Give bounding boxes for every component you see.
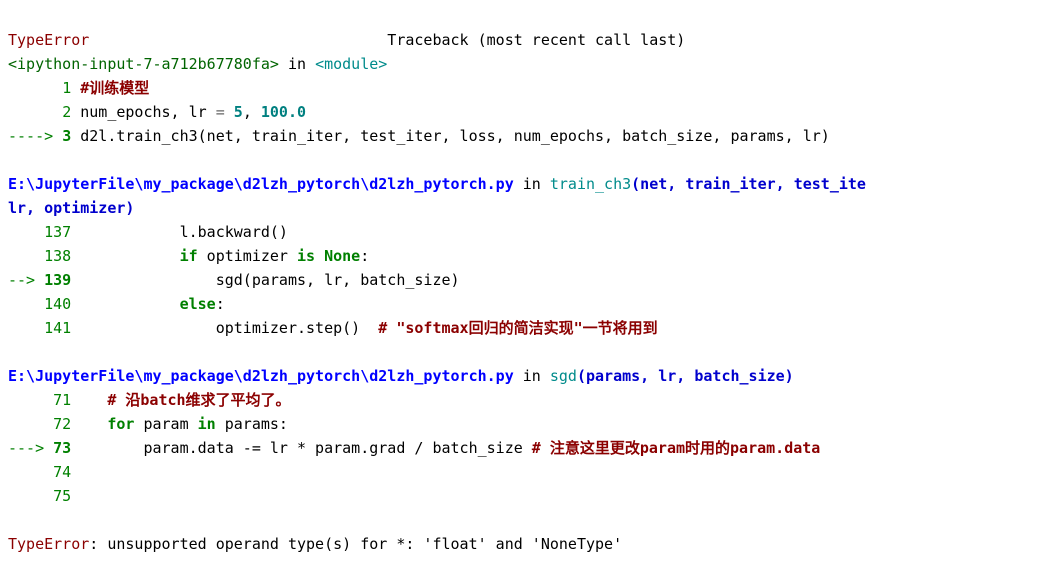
- frame3-line-73-no: 73: [53, 439, 71, 457]
- frame3-line-73-arrow: --->: [8, 439, 53, 457]
- frame2-line-138-mid2: [315, 247, 324, 265]
- frame2-line-140-code: :: [216, 295, 225, 313]
- frame1-in: in: [279, 55, 315, 73]
- frame2-line-141-code: optimizer.step(): [216, 319, 379, 337]
- final-error-name: TypeError: [8, 535, 89, 553]
- error-name: TypeError: [8, 31, 89, 49]
- frame3-line-73-code: param.data -= lr * param.grad / batch_si…: [143, 439, 531, 457]
- frame3-line-74-arrow: [8, 463, 53, 481]
- kw-in: in: [198, 415, 216, 433]
- frame3-line-72-no: 72: [53, 415, 71, 433]
- frame3-line-75-arrow: [8, 487, 53, 505]
- frame3-line-71-no: 71: [53, 391, 71, 409]
- frame2-line-137-no: 137: [44, 223, 71, 241]
- frame2-line-141-arrow: [8, 319, 44, 337]
- frame2-line-138-mid: optimizer: [198, 247, 297, 265]
- frame2-line-137-arrow: [8, 223, 44, 241]
- frame2-line-137-code: l.backward(): [180, 223, 288, 241]
- frame1-num1: 5: [234, 103, 243, 121]
- frame1-line-1-no: 1: [62, 79, 71, 97]
- frame2-line-139-arrow: -->: [8, 271, 44, 289]
- spacer: [89, 31, 387, 49]
- frame3-func: sgd: [550, 367, 577, 385]
- frame1-line-2-code: num_epochs, lr: [80, 103, 215, 121]
- frame1-line-3-arrow: ---->: [8, 127, 62, 145]
- frame2-line-139-no: 139: [44, 271, 71, 289]
- frame2-line-137-indent: [71, 223, 179, 241]
- frame2-line-140-arrow: [8, 295, 44, 313]
- traceback-output: TypeError Traceback (most recent call la…: [0, 0, 1038, 560]
- assign-op: =: [216, 103, 234, 121]
- frame3-path: E:\JupyterFile\my_package\d2lzh_pytorch\…: [8, 367, 514, 385]
- frame1-line-1-comment: #训练模型: [80, 79, 149, 97]
- frame3-line-73-indent: [71, 439, 143, 457]
- frame2-line-141-indent: [71, 319, 216, 337]
- frame3-line-72-indent: [71, 415, 107, 433]
- frame2-path: E:\JupyterFile\my_package\d2lzh_pytorch\…: [8, 175, 514, 193]
- frame2-sig-cont: lr, optimizer): [8, 199, 134, 217]
- frame2-line-138-indent: [71, 247, 179, 265]
- kw-is: is: [297, 247, 315, 265]
- frame2-line-140-no: 140: [44, 295, 71, 313]
- frame3-line-75-no: 75: [53, 487, 71, 505]
- frame1-line-1-prefix: [8, 79, 62, 97]
- frame1-num2: 100.0: [261, 103, 306, 121]
- frame2-line-138-mid3: :: [360, 247, 369, 265]
- frame1-location: <ipython-input-7-a712b67780fa>: [8, 55, 279, 73]
- frame2-line-138-arrow: [8, 247, 44, 265]
- bool-none: None: [324, 247, 360, 265]
- frame3-sig: (params, lr, batch_size): [577, 367, 794, 385]
- frame2-line-141-comment: # "softmax回归的简洁实现"一节将用到: [378, 319, 657, 337]
- frame3-line-72-mid: param: [134, 415, 197, 433]
- kw-else: else: [180, 295, 216, 313]
- frame1-line-2-no: 2: [62, 103, 71, 121]
- frame1-sep: ,: [243, 103, 261, 121]
- frame3-line-72-mid2: params:: [216, 415, 288, 433]
- frame3-line-71-arrow: [8, 391, 53, 409]
- frame2-line-139-code: sgd(params, lr, batch_size): [216, 271, 460, 289]
- frame3-line-71-comment: # 沿batch维求了平均了。: [107, 391, 290, 409]
- frame2-line-140-indent: [71, 295, 179, 313]
- frame3-in: in: [514, 367, 550, 385]
- kw-if: if: [180, 247, 198, 265]
- frame1-module: <module>: [315, 55, 387, 73]
- frame1-line-3-no: 3: [62, 127, 71, 145]
- frame1-line-3-code: d2l.train_ch3(net, train_iter, test_iter…: [80, 127, 830, 145]
- frame3-line-71-indent: [71, 391, 107, 409]
- frame2-func: train_ch3: [550, 175, 631, 193]
- frame3-line-73-comment: # 注意这里更改param时用的param.data: [532, 439, 821, 457]
- frame2-line-139-indent: [71, 271, 216, 289]
- frame2-line-141-no: 141: [44, 319, 71, 337]
- final-error-message: : unsupported operand type(s) for *: 'fl…: [89, 535, 622, 553]
- frame3-line-74-no: 74: [53, 463, 71, 481]
- kw-for: for: [107, 415, 134, 433]
- frame3-line-72-arrow: [8, 415, 53, 433]
- frame2-sig-open: (net, train_iter, test_ite: [631, 175, 866, 193]
- traceback-label: Traceback (most recent call last): [387, 31, 685, 49]
- frame2-in: in: [514, 175, 550, 193]
- frame2-line-138-no: 138: [44, 247, 71, 265]
- frame1-line-2-prefix: [8, 103, 62, 121]
